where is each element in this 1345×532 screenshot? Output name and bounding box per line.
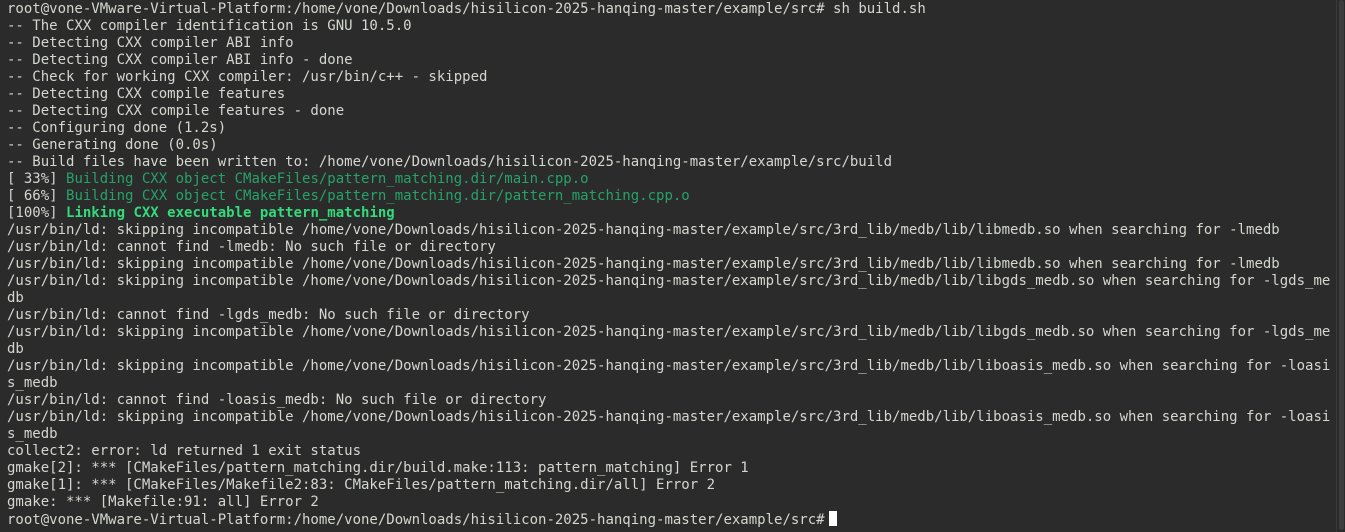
linker-line: /usr/bin/ld: skipping incompatible /home… — [7, 273, 1331, 289]
linker-line: db — [7, 341, 24, 357]
linker-line: /usr/bin/ld: cannot find -lgds_medb: No … — [7, 307, 530, 323]
build-step-line: [100%] Linking CXX executable pattern_ma… — [7, 205, 1332, 222]
active-prompt-line[interactable]: root@vone-VMware-Virtual-Platform:/home/… — [7, 511, 1332, 528]
linker-line: /usr/bin/ld: cannot find -loasis_medb: N… — [7, 392, 547, 408]
command-text: sh build.sh — [833, 1, 926, 17]
build-progress-percent: [100%] — [7, 205, 58, 221]
linker-line: /usr/bin/ld: skipping incompatible /home… — [7, 256, 1280, 272]
linker-line: /usr/bin/ld: cannot find -lmedb: No such… — [7, 239, 496, 255]
scrollbar[interactable] — [1337, 0, 1345, 532]
build-progress-percent: [ 33%] — [7, 171, 58, 187]
terminal-window[interactable]: root@vone-VMware-Virtual-Platform:/home/… — [0, 0, 1345, 532]
linker-line: /usr/bin/ld: skipping incompatible /home… — [7, 409, 1331, 425]
error-line: gmake[1]: *** [CMakeFiles/Makefile2:83: … — [7, 477, 716, 493]
cmake-line: -- Detecting CXX compiler ABI info — [7, 35, 294, 51]
linker-line: s_medb — [7, 426, 58, 442]
cmake-line: -- The CXX compiler identification is GN… — [7, 18, 412, 34]
error-line: gmake[2]: *** [CMakeFiles/pattern_matchi… — [7, 460, 749, 476]
command-line: root@vone-VMware-Virtual-Platform:/home/… — [7, 1, 1332, 18]
linker-line: /usr/bin/ld: skipping incompatible /home… — [7, 358, 1331, 374]
cmake-line: -- Check for working CXX compiler: /usr/… — [7, 69, 488, 85]
build-step-text: Building CXX object CMakeFiles/pattern_m… — [66, 171, 589, 187]
linker-line: s_medb — [7, 375, 58, 391]
build-step-text: Building CXX object CMakeFiles/pattern_m… — [66, 188, 690, 204]
shell-prompt: root@vone-VMware-Virtual-Platform:/home/… — [7, 1, 825, 17]
cmake-line: -- Detecting CXX compiler ABI info - don… — [7, 52, 353, 68]
error-line: gmake: *** [Makefile:91: all] Error 2 — [7, 494, 319, 510]
scrollbar-thumb[interactable] — [1339, 0, 1344, 530]
build-step-line: [ 66%] Building CXX object CMakeFiles/pa… — [7, 188, 1332, 205]
cmake-line: -- Configuring done (1.2s) — [7, 120, 227, 136]
terminal-output[interactable]: root@vone-VMware-Virtual-Platform:/home/… — [7, 1, 1332, 528]
text-cursor — [828, 511, 837, 526]
linker-line: /usr/bin/ld: skipping incompatible /home… — [7, 324, 1331, 340]
cmake-line: -- Build files have been written to: /ho… — [7, 154, 893, 170]
linker-line: db — [7, 290, 24, 306]
build-step-line: [ 33%] Building CXX object CMakeFiles/pa… — [7, 171, 1332, 188]
shell-prompt: root@vone-VMware-Virtual-Platform:/home/… — [7, 512, 825, 528]
build-progress-percent: [ 66%] — [7, 188, 58, 204]
link-step-text: Linking CXX executable pattern_matching — [66, 205, 395, 221]
cmake-line: -- Generating done (0.0s) — [7, 137, 218, 153]
linker-line: /usr/bin/ld: skipping incompatible /home… — [7, 222, 1280, 238]
error-line: collect2: error: ld returned 1 exit stat… — [7, 443, 362, 459]
cmake-line: -- Detecting CXX compile features — [7, 86, 286, 102]
cmake-line: -- Detecting CXX compile features - done — [7, 103, 345, 119]
